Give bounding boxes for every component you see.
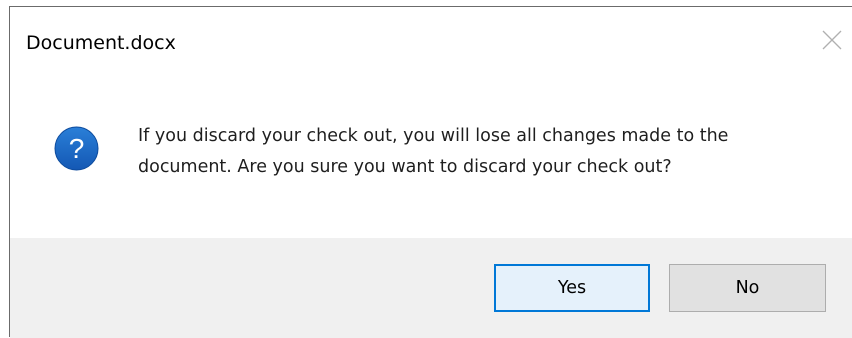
discard-checkout-dialog: Document.docx ? If you discard your chec… <box>9 6 852 338</box>
close-icon <box>822 30 842 50</box>
title-bar: Document.docx <box>10 7 852 77</box>
button-bar: Yes No <box>10 238 852 338</box>
dialog-message: If you discard your check out, you will … <box>138 126 729 177</box>
dialog-content: ? If you discard your check out, you wil… <box>10 77 852 238</box>
question-icon: ? <box>54 126 99 171</box>
svg-text:?: ? <box>69 133 85 164</box>
dialog-title: Document.docx <box>26 32 176 54</box>
no-button[interactable]: No <box>669 264 826 312</box>
yes-button[interactable]: Yes <box>494 264 650 312</box>
close-button[interactable] <box>814 21 852 57</box>
